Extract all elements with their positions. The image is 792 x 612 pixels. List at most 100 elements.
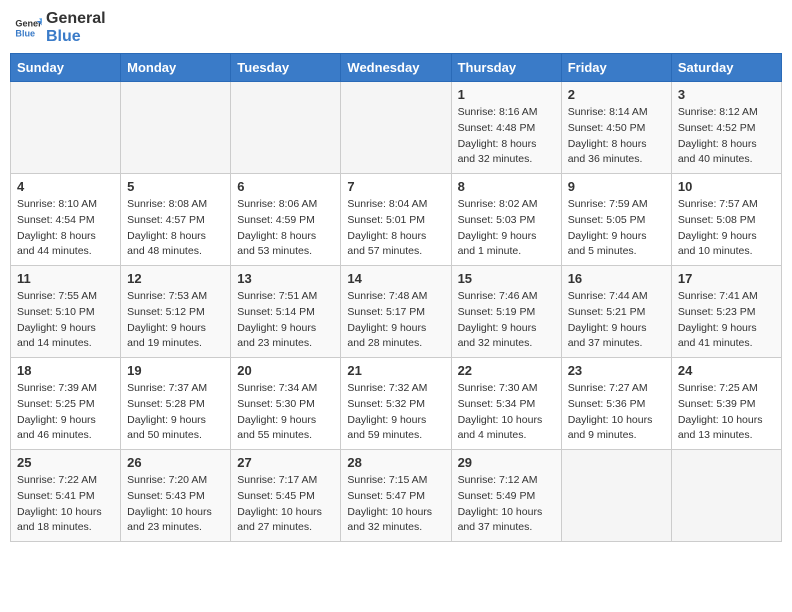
day-info: Sunrise: 8:16 AM Sunset: 4:48 PM Dayligh…: [458, 105, 555, 168]
day-info: Sunrise: 8:12 AM Sunset: 4:52 PM Dayligh…: [678, 105, 775, 168]
day-info: Sunrise: 7:20 AM Sunset: 5:43 PM Dayligh…: [127, 473, 224, 536]
calendar-week-row: 18 Sunrise: 7:39 AM Sunset: 5:25 PM Dayli…: [11, 358, 782, 450]
day-number: 4: [17, 179, 114, 194]
day-info: Sunrise: 7:22 AM Sunset: 5:41 PM Dayligh…: [17, 473, 114, 536]
calendar-cell: 29Sunrise: 7:12 AM Sunset: 5:49 PM Dayli…: [451, 450, 561, 542]
calendar-week-row: 11Sunrise: 7:55 AM Sunset: 5:10 PM Dayli…: [11, 266, 782, 358]
day-number: 25: [17, 455, 114, 470]
calendar-table: SundayMondayTuesdayWednesdayThursdayFrid…: [10, 53, 782, 542]
day-number: 2: [568, 87, 665, 102]
weekday-header-saturday: Saturday: [671, 54, 781, 82]
calendar-cell: 26 Sunrise: 7:20 AM Sunset: 5:43 PM Dayli…: [121, 450, 231, 542]
calendar-cell: [561, 450, 671, 542]
calendar-cell: [121, 82, 231, 174]
weekday-header-monday: Monday: [121, 54, 231, 82]
weekday-header-sunday: Sunday: [11, 54, 121, 82]
svg-text:Blue: Blue: [15, 28, 35, 38]
day-number: 17: [678, 271, 775, 286]
day-number: 14: [347, 271, 444, 286]
day-info: Sunrise: 7:17 AM Sunset: 5:45 PM Dayligh…: [237, 473, 334, 536]
day-info: Sunrise: 7:46 AM Sunset: 5:19 PM Dayligh…: [458, 289, 555, 352]
day-info: Sunrise: 8:02 AM Sunset: 5:03 PM Dayligh…: [458, 197, 555, 260]
calendar-cell: 15 Sunrise: 7:46 AM Sunset: 5:19 PM Dayli…: [451, 266, 561, 358]
calendar-cell: [341, 82, 451, 174]
calendar-cell: [231, 82, 341, 174]
day-number: 18: [17, 363, 114, 378]
calendar-cell: [671, 450, 781, 542]
calendar-cell: 20 Sunrise: 7:34 AM Sunset: 5:30 PM Dayli…: [231, 358, 341, 450]
day-number: 20: [237, 363, 334, 378]
calendar-cell: 13 Sunrise: 7:51 AM Sunset: 5:14 PM Dayli…: [231, 266, 341, 358]
day-number: 27: [237, 455, 334, 470]
calendar-header-row: SundayMondayTuesdayWednesdayThursdayFrid…: [11, 54, 782, 82]
calendar-cell: 24Sunrise: 7:25 AM Sunset: 5:39 PM Dayli…: [671, 358, 781, 450]
calendar-week-row: 25 Sunrise: 7:22 AM Sunset: 5:41 PM Dayli…: [11, 450, 782, 542]
calendar-cell: 17 Sunrise: 7:41 AM Sunset: 5:23 PM Dayli…: [671, 266, 781, 358]
day-number: 8: [458, 179, 555, 194]
day-number: 3: [678, 87, 775, 102]
day-info: Sunrise: 7:59 AM Sunset: 5:05 PM Dayligh…: [568, 197, 665, 260]
day-info: Sunrise: 7:34 AM Sunset: 5:30 PM Dayligh…: [237, 381, 334, 444]
calendar-cell: 2Sunrise: 8:14 AM Sunset: 4:50 PM Daylig…: [561, 82, 671, 174]
day-number: 22: [458, 363, 555, 378]
calendar-cell: 11Sunrise: 7:55 AM Sunset: 5:10 PM Dayli…: [11, 266, 121, 358]
logo-icon: General Blue: [14, 14, 42, 42]
calendar-cell: 19Sunrise: 7:37 AM Sunset: 5:28 PM Dayli…: [121, 358, 231, 450]
day-number: 7: [347, 179, 444, 194]
day-info: Sunrise: 7:15 AM Sunset: 5:47 PM Dayligh…: [347, 473, 444, 536]
calendar-cell: 23 Sunrise: 7:27 AM Sunset: 5:36 PM Dayli…: [561, 358, 671, 450]
calendar-cell: 27 Sunrise: 7:17 AM Sunset: 5:45 PM Dayli…: [231, 450, 341, 542]
day-info: Sunrise: 7:41 AM Sunset: 5:23 PM Dayligh…: [678, 289, 775, 352]
day-info: Sunrise: 7:12 AM Sunset: 5:49 PM Dayligh…: [458, 473, 555, 536]
calendar-cell: 10 Sunrise: 7:57 AM Sunset: 5:08 PM Dayli…: [671, 174, 781, 266]
day-info: Sunrise: 8:08 AM Sunset: 4:57 PM Dayligh…: [127, 197, 224, 260]
weekday-header-tuesday: Tuesday: [231, 54, 341, 82]
day-info: Sunrise: 7:30 AM Sunset: 5:34 PM Dayligh…: [458, 381, 555, 444]
calendar-cell: 7Sunrise: 8:04 AM Sunset: 5:01 PM Daylig…: [341, 174, 451, 266]
weekday-header-wednesday: Wednesday: [341, 54, 451, 82]
calendar-cell: 5 Sunrise: 8:08 AM Sunset: 4:57 PM Daylig…: [121, 174, 231, 266]
day-number: 13: [237, 271, 334, 286]
day-number: 15: [458, 271, 555, 286]
calendar-cell: 21Sunrise: 7:32 AM Sunset: 5:32 PM Dayli…: [341, 358, 451, 450]
weekday-header-thursday: Thursday: [451, 54, 561, 82]
calendar-cell: 6Sunrise: 8:06 AM Sunset: 4:59 PM Daylig…: [231, 174, 341, 266]
day-info: Sunrise: 7:55 AM Sunset: 5:10 PM Dayligh…: [17, 289, 114, 352]
day-info: Sunrise: 8:06 AM Sunset: 4:59 PM Dayligh…: [237, 197, 334, 260]
day-number: 1: [458, 87, 555, 102]
calendar-cell: 28 Sunrise: 7:15 AM Sunset: 5:47 PM Dayli…: [341, 450, 451, 542]
calendar-cell: 16 Sunrise: 7:44 AM Sunset: 5:21 PM Dayli…: [561, 266, 671, 358]
calendar-cell: 4 Sunrise: 8:10 AM Sunset: 4:54 PM Daylig…: [11, 174, 121, 266]
day-info: Sunrise: 7:27 AM Sunset: 5:36 PM Dayligh…: [568, 381, 665, 444]
day-number: 26: [127, 455, 224, 470]
calendar-week-row: 4 Sunrise: 8:10 AM Sunset: 4:54 PM Daylig…: [11, 174, 782, 266]
logo-blue: Blue: [46, 28, 106, 46]
day-info: Sunrise: 7:39 AM Sunset: 5:25 PM Dayligh…: [17, 381, 114, 444]
logo: General Blue General Blue: [14, 10, 106, 45]
day-info: Sunrise: 8:10 AM Sunset: 4:54 PM Dayligh…: [17, 197, 114, 260]
calendar-cell: 12Sunrise: 7:53 AM Sunset: 5:12 PM Dayli…: [121, 266, 231, 358]
calendar-cell: 22 Sunrise: 7:30 AM Sunset: 5:34 PM Dayli…: [451, 358, 561, 450]
day-number: 5: [127, 179, 224, 194]
weekday-header-friday: Friday: [561, 54, 671, 82]
calendar-week-row: 1 Sunrise: 8:16 AM Sunset: 4:48 PM Daylig…: [11, 82, 782, 174]
day-number: 23: [568, 363, 665, 378]
logo-general: General: [46, 10, 106, 28]
calendar-cell: 14Sunrise: 7:48 AM Sunset: 5:17 PM Dayli…: [341, 266, 451, 358]
page-header: General Blue General Blue: [10, 10, 782, 45]
calendar-cell: 8 Sunrise: 8:02 AM Sunset: 5:03 PM Daylig…: [451, 174, 561, 266]
day-info: Sunrise: 7:25 AM Sunset: 5:39 PM Dayligh…: [678, 381, 775, 444]
day-number: 9: [568, 179, 665, 194]
day-info: Sunrise: 7:51 AM Sunset: 5:14 PM Dayligh…: [237, 289, 334, 352]
day-number: 12: [127, 271, 224, 286]
day-number: 21: [347, 363, 444, 378]
day-info: Sunrise: 7:57 AM Sunset: 5:08 PM Dayligh…: [678, 197, 775, 260]
day-number: 16: [568, 271, 665, 286]
svg-text:General: General: [15, 18, 42, 28]
calendar-cell: [11, 82, 121, 174]
day-number: 28: [347, 455, 444, 470]
day-info: Sunrise: 7:44 AM Sunset: 5:21 PM Dayligh…: [568, 289, 665, 352]
day-number: 19: [127, 363, 224, 378]
day-number: 10: [678, 179, 775, 194]
calendar-cell: 25 Sunrise: 7:22 AM Sunset: 5:41 PM Dayli…: [11, 450, 121, 542]
